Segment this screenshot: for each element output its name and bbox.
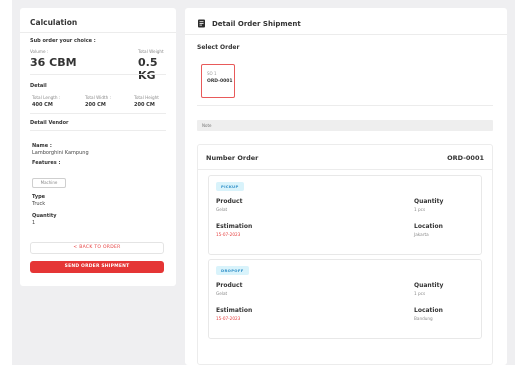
number-order-value: ORD-0001	[447, 154, 484, 162]
height-value: 200 CM	[134, 102, 155, 108]
divider	[30, 113, 166, 114]
width-label: Total Width :	[85, 95, 112, 100]
feature-tag: Machine	[32, 178, 66, 188]
features-label: Features :	[32, 160, 61, 166]
order-option-id: ORD-0001	[207, 79, 233, 84]
product-label: Product	[216, 198, 243, 205]
divider	[30, 74, 166, 75]
number-order-label: Number Order	[206, 154, 259, 162]
length-label: Total Length :	[32, 95, 61, 100]
quantity-label: Quantity	[32, 213, 57, 219]
dropoff-badge: DROPOFF	[216, 266, 249, 275]
estimation-value: 15-07-2023	[216, 316, 241, 321]
detail-label: Detail	[30, 83, 47, 89]
divider	[20, 32, 176, 33]
type-label: Type	[32, 194, 46, 200]
vendor-name-label: Name :	[32, 143, 52, 149]
note-input[interactable]	[197, 120, 493, 131]
order-option-card[interactable]: SO 1 ORD-0001	[201, 64, 235, 98]
product-label: Product	[216, 282, 243, 289]
location-label: Location	[414, 307, 443, 314]
location-value: Bandung	[414, 316, 433, 321]
width-value: 200 CM	[85, 102, 106, 108]
estimation-label: Estimation	[216, 307, 253, 314]
product-value: Gelat	[216, 291, 228, 296]
send-order-shipment-button[interactable]: SEND ORDER SHIPMENT	[30, 261, 164, 273]
quantity-value: 1 pcs	[414, 291, 426, 296]
detail-order-panel: Detail Order Shipment Select Order SO 1 …	[185, 8, 507, 365]
vendor-name-value: Lamborghini Kampung	[32, 150, 89, 156]
volume-value: 36 CBM	[30, 56, 77, 69]
detail-title: Detail Order Shipment	[212, 19, 301, 28]
document-icon	[198, 19, 205, 28]
dropoff-card: DROPOFF Product Gelat Quantity 1 pcs Est…	[208, 259, 482, 339]
select-order-label: Select Order	[197, 44, 240, 51]
estimation-value: 15-07-2023	[216, 232, 241, 237]
quantity-value: 1	[32, 220, 36, 226]
length-value: 400 CM	[32, 102, 53, 108]
sub-order-label: Sub order your choice :	[30, 38, 96, 44]
pickup-card: PICKUP Product Gelat Quantity 1 pcs Esti…	[208, 175, 482, 255]
type-value: Truck	[32, 201, 46, 207]
calculation-title: Calculation	[30, 18, 78, 27]
divider	[30, 130, 166, 131]
estimation-label: Estimation	[216, 223, 253, 230]
height-label: Total Height	[134, 95, 159, 100]
order-detail-box: Number Order ORD-0001 PICKUP Product Gel…	[197, 144, 493, 365]
back-to-order-button[interactable]: < BACK TO ORDER	[30, 242, 164, 254]
quantity-value: 1 pcs	[414, 207, 426, 212]
product-value: Gelat	[216, 207, 228, 212]
divider	[198, 169, 492, 170]
detail-header: Detail Order Shipment	[197, 19, 301, 28]
detail-vendor-label: Detail Vendor	[30, 120, 69, 126]
pickup-badge: PICKUP	[216, 182, 244, 191]
divider	[185, 34, 507, 35]
quantity-label: Quantity	[414, 198, 444, 205]
quantity-label: Quantity	[414, 282, 444, 289]
weight-label: Total Weight	[138, 49, 164, 54]
order-option-number: SO 1	[207, 71, 217, 76]
location-label: Location	[414, 223, 443, 230]
volume-label: Volume :	[30, 49, 49, 54]
location-value: Jakarta	[414, 232, 429, 237]
divider	[197, 105, 493, 106]
weight-value: 0.5 KG	[138, 56, 158, 82]
